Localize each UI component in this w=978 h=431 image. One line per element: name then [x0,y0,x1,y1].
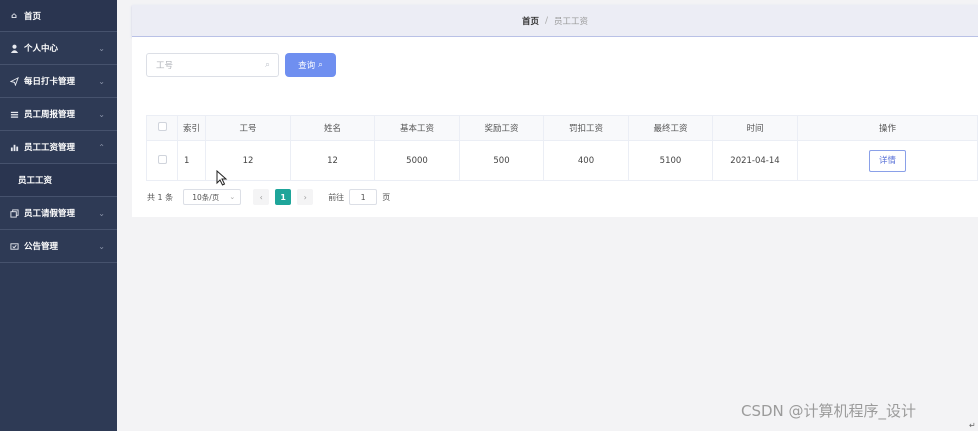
column-header: 基本工资 [374,115,460,141]
sidebar-item-label: 首页 [24,11,42,22]
select-all-checkbox[interactable] [157,122,167,131]
sidebar-item-label: 每日打卡管理 [24,77,76,87]
sidebar-item-leave[interactable]: 员工请假管理 ⌄ [0,197,117,230]
pager-total: 共 1 条 [147,192,174,202]
table-row: 1 12 12 5000 500 400 5100 2021-04-14 详情 [146,140,978,181]
watermark: CSDN @计算机程序_设计 [741,402,917,420]
chevron-down-icon: ⌄ [229,193,236,201]
chevron-down-icon: ⌄ [98,44,105,53]
column-header: 罚扣工资 [543,115,629,141]
mouse-cursor-icon [216,170,228,186]
cell-action: 详情 [797,140,978,181]
cell-bonus: 500 [459,140,544,181]
sidebar-item-label: 员工工资管理 [24,143,76,153]
user-icon [9,43,19,53]
page-number-button[interactable]: 1 [275,189,292,205]
page-size-value: 10条/页 [192,192,220,202]
chevron-down-icon: ⌄ [98,242,105,251]
chart-icon [9,142,19,152]
home-icon: ⌂ [11,11,17,20]
search-button-label: 查询 [298,61,316,71]
row-select-cell[interactable] [146,140,178,181]
breadcrumb-current: 员工工资 [554,16,589,27]
cell-date: 2021-04-14 [712,140,798,181]
breadcrumb: 首页 / 员工工资 [132,5,978,37]
column-header: 工号 [205,115,291,141]
table-header-row: 索引 工号 姓名 基本工资 奖励工资 罚扣工资 最终工资 时间 操作 [146,115,978,141]
sidebar-item-checkin[interactable]: 每日打卡管理 ⌄ [0,65,117,98]
cell-penalty: 400 [543,140,629,181]
chevron-down-icon: ⌄ [98,110,105,119]
column-header: 操作 [797,115,978,141]
corner-mark: ↵ [969,421,976,430]
sidebar-item-label: 公告管理 [24,242,59,252]
column-header: 最终工资 [628,115,713,141]
sidebar-item-notice[interactable]: 公告管理 ⌄ [0,230,117,263]
cell-final: 5100 [628,140,713,181]
cell-index: 1 [177,140,206,181]
goto-unit: 页 [382,192,391,202]
chevron-left-icon: ‹ [259,192,263,202]
cell-base: 5000 [374,140,460,181]
detail-button[interactable]: 详情 [869,149,906,172]
sidebar-item-label: 员工工资 [18,176,53,186]
sidebar-item-home[interactable]: ⌂ 首页 [0,0,117,32]
page-size-select[interactable]: 10条/页 ⌄ [183,189,242,205]
salary-table: 索引 工号 姓名 基本工资 奖励工资 罚扣工资 最终工资 时间 操作 1 12 … [146,115,978,181]
goto-label: 前往 [328,192,345,202]
breadcrumb-separator: / [544,15,549,26]
send-icon [9,76,19,86]
chevron-up-icon: ⌃ [98,143,105,152]
sidebar-item-label: 员工请假管理 [24,209,76,219]
prev-page-button[interactable]: ‹ [253,189,270,205]
column-header: 姓名 [290,115,375,141]
next-page-button[interactable]: › [297,189,314,205]
search-icon: ⌕ [318,60,323,70]
list-icon [9,109,19,119]
chevron-down-icon: ⌄ [98,209,105,218]
column-header: 奖励工资 [459,115,544,141]
copy-icon [9,208,19,218]
search-icon: ⌕ [264,60,270,70]
search-input[interactable]: 工号 ⌕ [146,53,279,77]
sidebar-item-label: 个人中心 [24,44,59,54]
select-all-header[interactable] [146,115,178,141]
sidebar: ⌂ 首页 个人中心 ⌄ 每日打卡管理 ⌄ 员工周报管理 ⌄ 员工工资管理 ⌃ 员… [0,0,117,431]
content-card: 工号 ⌕ 查询 ⌕ 索引 工号 姓名 基本工资 奖励工资 罚扣工资 最终工资 时… [132,37,978,217]
sidebar-item-label: 员工周报管理 [24,110,76,120]
column-header: 索引 [177,115,206,141]
row-checkbox[interactable] [157,154,167,164]
sidebar-item-salary[interactable]: 员工工资管理 ⌃ [0,131,117,164]
goto-page-input[interactable]: 1 [349,189,378,205]
column-header: 时间 [712,115,798,141]
sidebar-subitem-salary[interactable]: 员工工资 [0,164,117,197]
sidebar-item-weekly[interactable]: 员工周报管理 ⌄ [0,98,117,131]
pagination: 共 1 条 10条/页 ⌄ ‹ 1 › 前往 1 页 [147,189,390,205]
search-button[interactable]: 查询 ⌕ [285,53,336,77]
cell-name: 12 [290,140,375,181]
chevron-right-icon: › [303,192,307,202]
breadcrumb-home[interactable]: 首页 [522,15,539,27]
search-placeholder: 工号 [156,61,174,71]
chevron-down-icon: ⌄ [98,77,105,86]
notice-icon [9,241,19,251]
sidebar-item-profile[interactable]: 个人中心 ⌄ [0,32,117,65]
